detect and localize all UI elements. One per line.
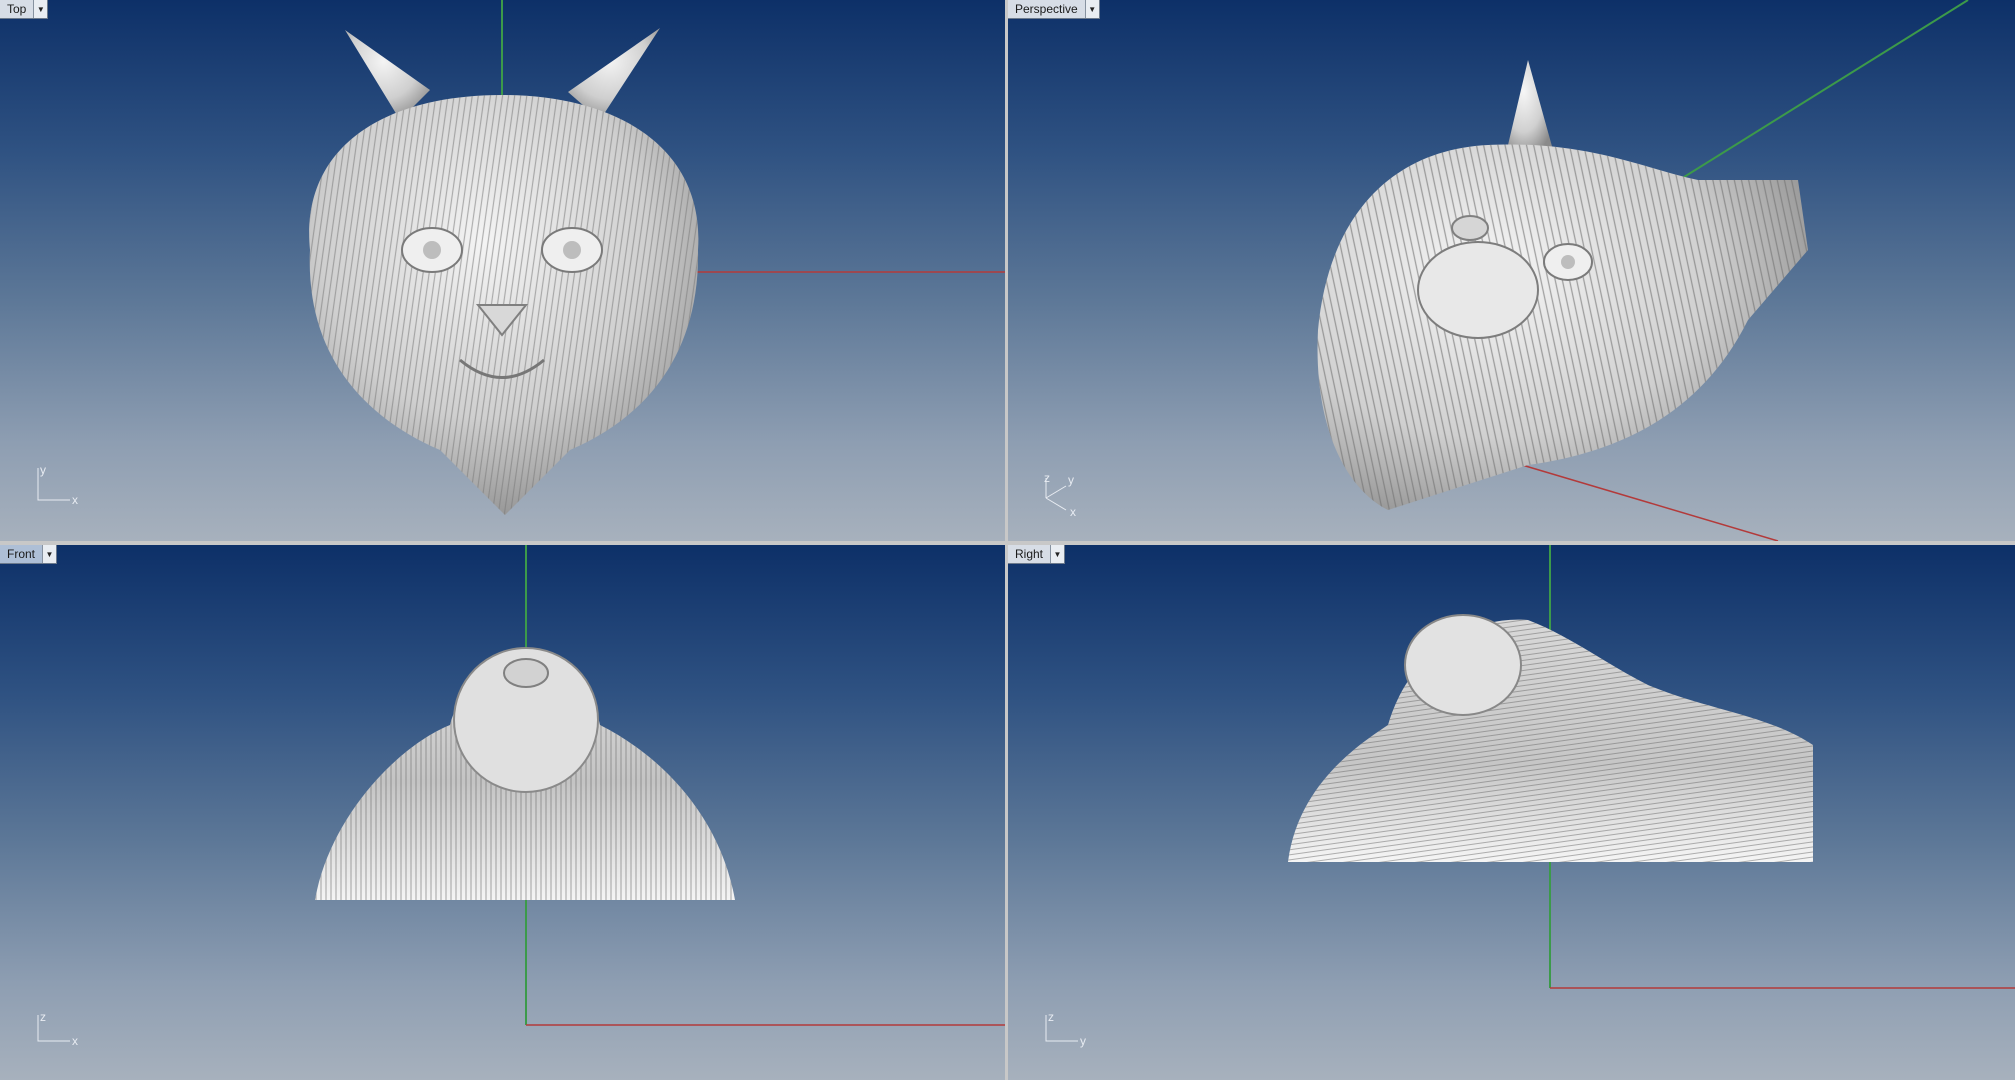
axis-triad-icon: z x bbox=[37, 1010, 78, 1048]
axis-label-a: z bbox=[1044, 471, 1050, 485]
chevron-down-icon[interactable]: ▼ bbox=[42, 545, 57, 563]
viewport-front[interactable]: z x Front ▼ bbox=[0, 545, 1005, 1080]
chevron-down-icon[interactable]: ▼ bbox=[1050, 545, 1065, 563]
axis-triad-icon: z y x bbox=[1044, 471, 1076, 519]
axis-label-b: y bbox=[1080, 1034, 1086, 1048]
top-view-scene: y x bbox=[37, 0, 1005, 515]
viewport-tab-perspective[interactable]: Perspective ▼ bbox=[1008, 0, 1100, 19]
cat-head-model[interactable] bbox=[315, 647, 735, 900]
axis-label-b: x bbox=[72, 1034, 78, 1048]
axis-label-c: x bbox=[1070, 505, 1076, 519]
viewport-perspective[interactable]: z y x Perspective ▼ bbox=[1008, 0, 2015, 541]
viewport-top[interactable]: y x Top ▼ bbox=[0, 0, 1005, 541]
axis-triad-icon: y x bbox=[37, 463, 78, 507]
axis-label-b: x bbox=[72, 493, 78, 507]
viewport-title[interactable]: Right bbox=[1008, 545, 1050, 563]
right-view-scene: z y bbox=[1045, 545, 2015, 1048]
axis-label-a: y bbox=[40, 463, 46, 477]
viewport-tab-front[interactable]: Front ▼ bbox=[0, 545, 58, 564]
cat-head-model[interactable] bbox=[1288, 614, 1813, 862]
cat-head-model[interactable] bbox=[309, 28, 699, 515]
viewport-title[interactable]: Perspective bbox=[1008, 0, 1085, 18]
viewport-title[interactable]: Top bbox=[0, 0, 33, 18]
perspective-view-scene: z y x bbox=[1044, 0, 1969, 541]
chevron-down-icon[interactable]: ▼ bbox=[33, 0, 48, 18]
viewport-title[interactable]: Front bbox=[0, 545, 42, 563]
axis-triad-icon: z y bbox=[1045, 1010, 1086, 1048]
cat-head-model[interactable] bbox=[1317, 60, 1808, 511]
axis-label-a: z bbox=[40, 1010, 46, 1024]
viewport-right[interactable]: z y Right ▼ bbox=[1008, 545, 2015, 1080]
axis-label-a: z bbox=[1048, 1010, 1054, 1024]
viewport-tab-right[interactable]: Right ▼ bbox=[1008, 545, 1066, 564]
front-view-scene: z x bbox=[37, 545, 1005, 1048]
viewport-grid: y x Top ▼ z y x Perspective ▼ z x Front … bbox=[0, 0, 2015, 1080]
chevron-down-icon[interactable]: ▼ bbox=[1084, 0, 1099, 18]
viewport-tab-top[interactable]: Top ▼ bbox=[0, 0, 49, 19]
axis-label-b: y bbox=[1068, 473, 1074, 487]
